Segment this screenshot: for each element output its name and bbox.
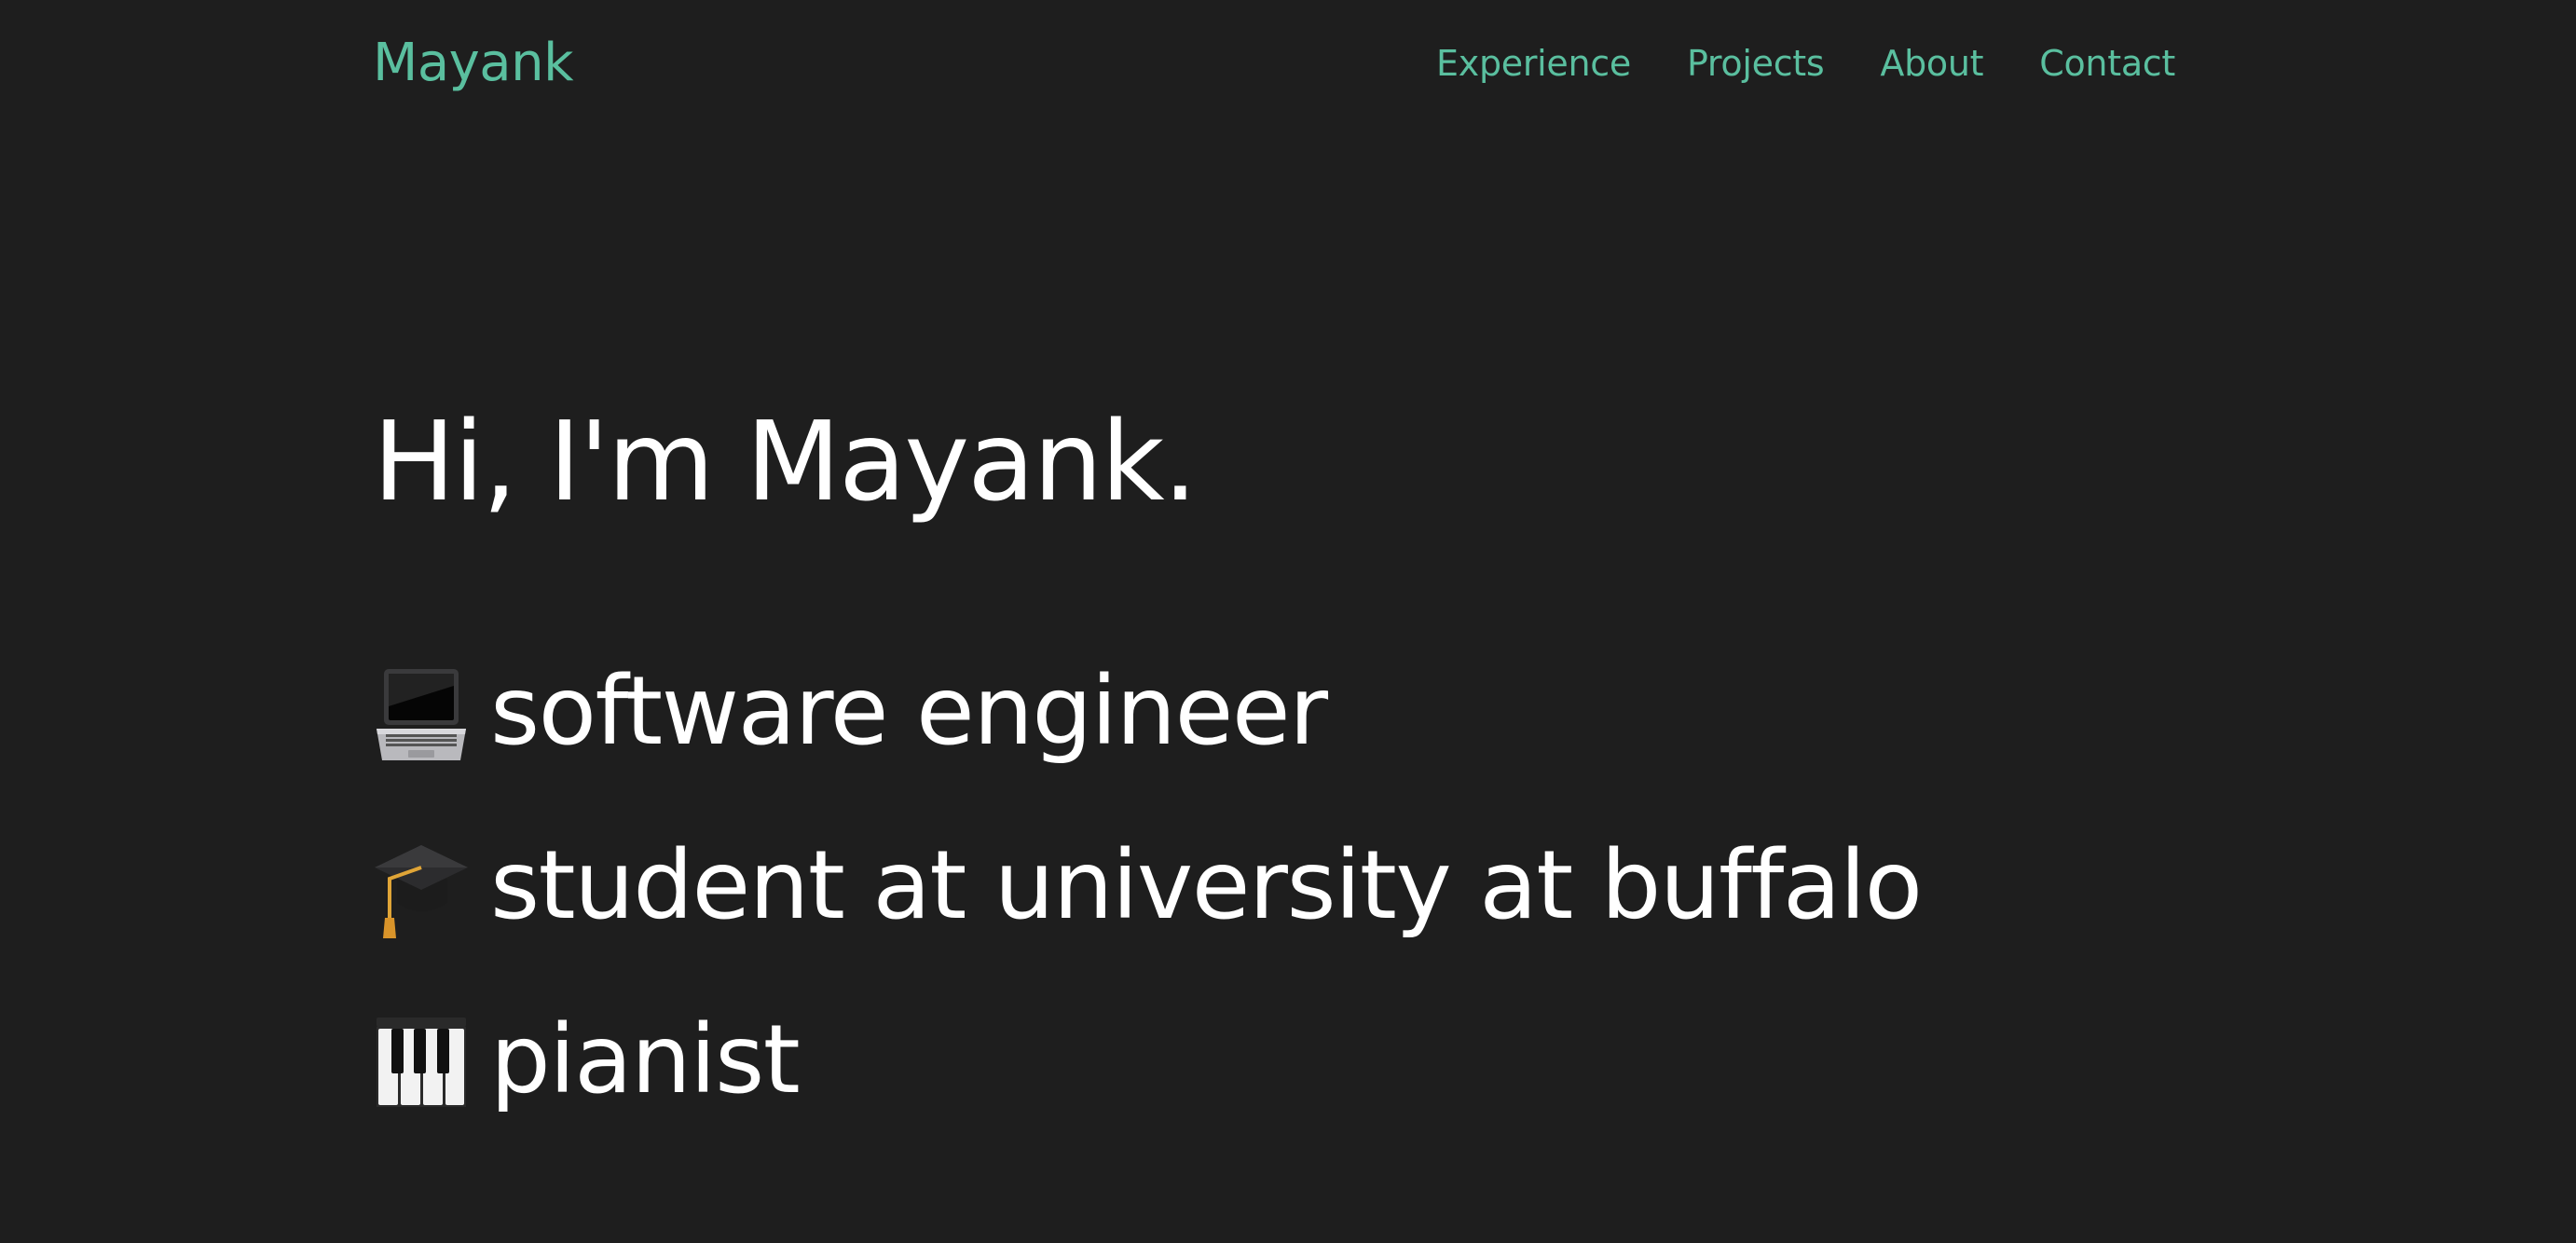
hero-title: Hi, I'm Mayank. [373, 397, 1198, 526]
nav-link-contact[interactable]: Contact [2039, 39, 2175, 88]
roles-list: software engineer student at university … [373, 624, 1923, 1147]
role-text: pianist [490, 1004, 801, 1115]
main-nav: Experience Projects About Contact [1436, 39, 2175, 88]
role-text: student at university at buffalo [490, 829, 1923, 941]
brand-logo-link[interactable]: Mayank [373, 28, 574, 99]
graduation-cap-icon [373, 834, 470, 938]
laptop-icon [373, 660, 470, 764]
role-item-student: student at university at buffalo [373, 799, 1923, 973]
role-item-pianist: pianist [373, 973, 1922, 1147]
nav-link-experience[interactable]: Experience [1436, 39, 1631, 88]
site-header: Mayank Experience Projects About Contact [373, 0, 2175, 127]
nav-link-projects[interactable]: Projects [1687, 39, 1825, 88]
hero-section: Hi, I'm Mayank. [373, 377, 1198, 545]
piano-keys-icon [373, 1008, 470, 1113]
role-text: software engineer [490, 655, 1328, 767]
role-item-software-engineer: software engineer [373, 624, 1922, 799]
nav-link-about[interactable]: About [1880, 39, 1983, 88]
